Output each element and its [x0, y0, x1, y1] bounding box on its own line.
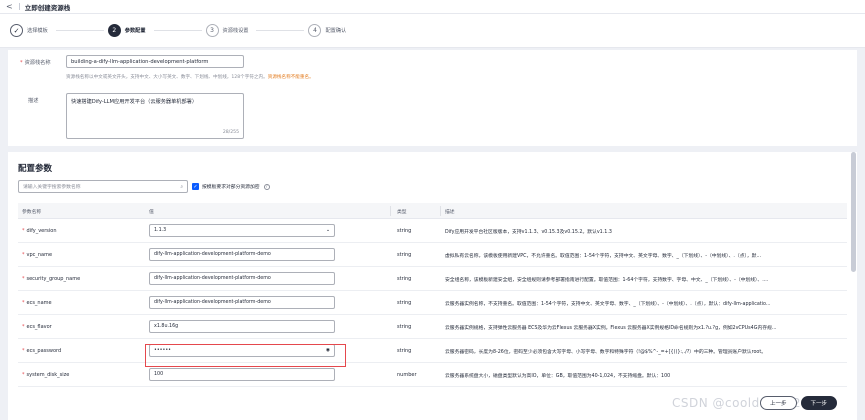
step-label: 选择模板 [27, 28, 48, 34]
char-count: 28/255 [222, 130, 239, 135]
description-textarea[interactable]: 快速搭建Dify-LLM应用开发平台（云服务器单机部署） 28/255 [66, 93, 244, 139]
param-type: string [397, 252, 412, 258]
table-row: * vpc_name dify-llm-application-developme… [18, 243, 847, 267]
stack-name-label: * 资源栈名称 [20, 60, 51, 66]
param-name: * system_disk_size [22, 372, 70, 378]
step-2[interactable]: 2 参数配置 [107, 24, 202, 37]
stepper: ✓ 选择模板 2 参数配置 3 资源栈设置 4 配置确认 [0, 14, 865, 48]
param-type: string [397, 228, 412, 234]
step-connector [256, 30, 305, 31]
search-icon[interactable]: ⌕ [180, 184, 183, 190]
step-label: 配置确认 [325, 28, 347, 34]
dify-version-select[interactable]: 1.1.3 ⌄ [149, 224, 335, 237]
column-header: 类型 [397, 210, 407, 215]
param-desc: 云服务器系统盘大小，磁盘类型默认为高IO，单位：GB，取值范围为40-1,024… [445, 374, 671, 379]
param-type: string [397, 324, 412, 330]
param-name: * dify_version [22, 228, 57, 234]
ecs-flavor-input[interactable]: x1.8u.16g [149, 320, 335, 333]
param-desc: Dify应用开发平台社区版版本，支持v1.1.3、v0.15.3及v0.15.2… [445, 230, 612, 235]
back-icon[interactable]: < [6, 2, 13, 11]
next-button[interactable]: 下一步 [800, 396, 838, 410]
table-header: 参数名称 值 类型 描述 [18, 203, 847, 219]
param-name: * security_group_name [22, 276, 81, 282]
scrollbar[interactable] [851, 152, 856, 272]
select-value: 1.1.3 [154, 228, 167, 233]
params-panel: 配置参数 请输入关键字搜索参数名称 ⌕ ✓ 按模板要求对部分资源加密 ? 参数名… [8, 152, 857, 420]
param-type: string [397, 348, 412, 354]
divider [18, 3, 20, 10]
table-row: * ecs_name dify-llm-application-developme… [18, 291, 847, 315]
check-icon: ✓ [10, 24, 23, 37]
param-desc: 安全组名称，该模板新建安全组，安全组规则请参考部署指南进行配置。取值范围：1-6… [445, 278, 769, 283]
encrypt-checkbox[interactable]: ✓ 按模板要求对部分资源加密 ? [192, 183, 270, 190]
column-divider [390, 206, 391, 216]
param-desc: 云服务器密码，长度为8-26位，密码至少必须包含大写字母、小写字母、数字和特殊字… [445, 350, 767, 355]
table-row: * ecs_password •••••• ◉ string 云服务器密码，长度为8… [18, 339, 847, 363]
step-number: 3 [205, 24, 219, 37]
step-4[interactable]: 4 配置确认 [308, 24, 346, 37]
param-desc: 云服务器实例名称，不支持重名。取值范围：1-54个字符，支持中文、英文字母、数字… [445, 302, 771, 307]
table-row: * security_group_name dify-llm-applicatio… [18, 267, 847, 291]
step-connector [55, 30, 104, 31]
system-disk-size-input[interactable]: 100 [149, 368, 335, 381]
param-type: string [397, 276, 412, 282]
param-name: * ecs_name [22, 300, 52, 306]
description-label: 描述 [28, 98, 39, 104]
step-3[interactable]: 3 资源栈设置 [205, 24, 305, 37]
step-1[interactable]: ✓ 选择模板 [10, 24, 104, 37]
param-desc: 虚拟私有云名称，该模板使用新建VPC，不允许重名。取值范围：1-54个字符，支持… [445, 254, 762, 259]
description-value: 快速搭建Dify-LLM应用开发平台（云服务器单机部署） [71, 99, 198, 105]
param-search-input[interactable]: 请输入关键字搜索参数名称 ⌕ [18, 180, 188, 193]
help-icon[interactable]: ? [263, 183, 270, 190]
footer-actions: 上一步 下一步 [760, 396, 838, 410]
chevron-down-icon[interactable]: ⌄ [326, 228, 330, 233]
checkbox-checked-icon[interactable]: ✓ [192, 183, 199, 190]
table-row: * ecs_flavor x1.8u.16g string 云服务器实例规格，支持… [18, 315, 847, 339]
step-label: 资源栈设置 [222, 28, 249, 34]
param-type: string [397, 300, 412, 306]
step-label: 参数配置 [124, 28, 146, 34]
table-row: * system_disk_size 100 number 云服务器系统盘大小，磁… [18, 363, 847, 387]
param-type: number [397, 372, 417, 378]
param-name: * ecs_flavor [22, 324, 52, 330]
column-header: 参数名称 [22, 210, 42, 215]
search-placeholder: 请输入关键字搜索参数名称 [23, 185, 81, 190]
top-bar: < 立即创建资源栈 [0, 0, 865, 14]
column-header: 描述 [445, 210, 455, 215]
param-name: * ecs_password [22, 348, 62, 354]
stack-name-hint: 资源栈名称以中文或英文开头，支持中文、大小写英文、数字、下划线、中划线，128个… [66, 75, 314, 80]
step-connector [153, 30, 202, 31]
param-desc: 云服务器实例规格，支持弹性云服务器 ECS及华为云Flexus 云服务器X实例。… [445, 326, 777, 331]
stack-name-input[interactable]: building-a-dify-llm-application-developm… [66, 55, 244, 68]
step-number: 2 [107, 24, 121, 37]
ecs-name-input[interactable]: dify-llm-application-development-platfor… [149, 296, 335, 309]
checkbox-label: 按模板要求对部分资源加密 [202, 185, 260, 190]
column-header: 值 [149, 210, 154, 215]
prev-button[interactable]: 上一步 [760, 396, 797, 410]
page-title: 立即创建资源栈 [24, 3, 71, 12]
column-divider [440, 206, 441, 216]
security-group-name-input[interactable]: dify-llm-application-development-platfor… [149, 272, 335, 285]
step-number: 4 [308, 24, 322, 37]
section-title: 配置参数 [18, 164, 53, 174]
basic-info-panel: * 资源栈名称 building-a-dify-llm-application-d… [8, 50, 857, 146]
param-name: * vpc_name [22, 252, 53, 258]
vpc-name-input[interactable]: dify-llm-application-development-platfor… [149, 248, 335, 261]
table-row: * dify_version 1.1.3 ⌄ string Dify应用开发平台社区… [18, 219, 847, 243]
highlight-box [145, 344, 346, 367]
